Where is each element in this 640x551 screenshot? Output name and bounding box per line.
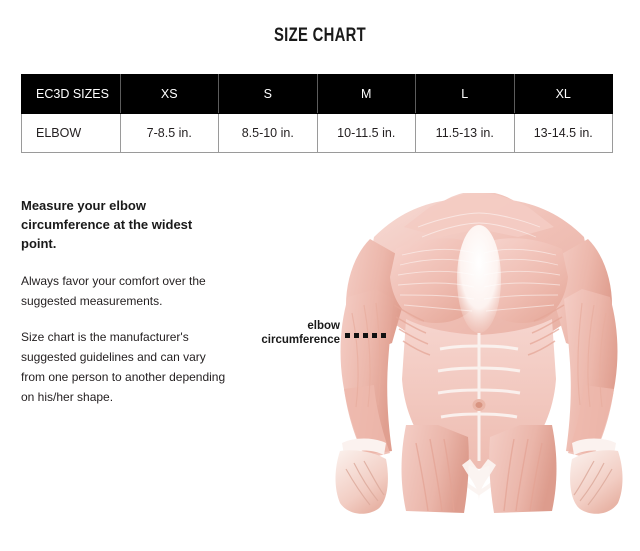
column-header-l: L <box>415 74 515 114</box>
instructions-paragraph-2: Size chart is the manufacturer's suggest… <box>21 330 226 404</box>
callout-label-line-1: elbow <box>307 320 340 332</box>
column-header-xs: XS <box>119 74 219 114</box>
table-row: ELBOW 7-8.5 in. 8.5-10 in. 10-11.5 in. 1… <box>21 113 613 153</box>
cell-elbow-l: 11.5-13 in. <box>415 113 515 153</box>
anatomy-illustration <box>318 193 640 518</box>
column-header-m: M <box>316 74 416 114</box>
callout-label-line-2: circumference <box>261 334 340 346</box>
cell-elbow-s: 8.5-10 in. <box>218 113 318 153</box>
page-title: SIZE CHART <box>273 25 367 46</box>
muscular-torso-figure <box>335 193 623 514</box>
cell-elbow-xs: 7-8.5 in. <box>119 113 219 153</box>
table-header-row: EC3D SIZES XS S M L XL <box>21 74 613 114</box>
instructions-paragraph-1: Always favor your comfort over the sugge… <box>21 274 206 308</box>
instructions-block: Measure your elbow circumference at the … <box>21 196 226 423</box>
column-header-s: S <box>218 74 318 114</box>
table-body: ELBOW 7-8.5 in. 8.5-10 in. 10-11.5 in. 1… <box>21 113 613 153</box>
cell-elbow-m: 10-11.5 in. <box>316 113 416 153</box>
cell-elbow-xl: 13-14.5 in. <box>513 113 613 153</box>
size-chart-table: EC3D SIZES XS S M L XL ELBOW 7-8.5 in. 8… <box>21 74 613 153</box>
instructions-heading: Measure your elbow circumference at the … <box>21 198 193 251</box>
column-header-xl: XL <box>513 74 613 114</box>
column-header-row-label: EC3D SIZES <box>21 74 121 114</box>
callout-dashed-line <box>345 333 386 338</box>
table-header: EC3D SIZES XS S M L XL <box>21 74 613 114</box>
row-label-elbow: ELBOW <box>21 113 121 153</box>
callout-label: elbow circumference <box>232 319 340 347</box>
